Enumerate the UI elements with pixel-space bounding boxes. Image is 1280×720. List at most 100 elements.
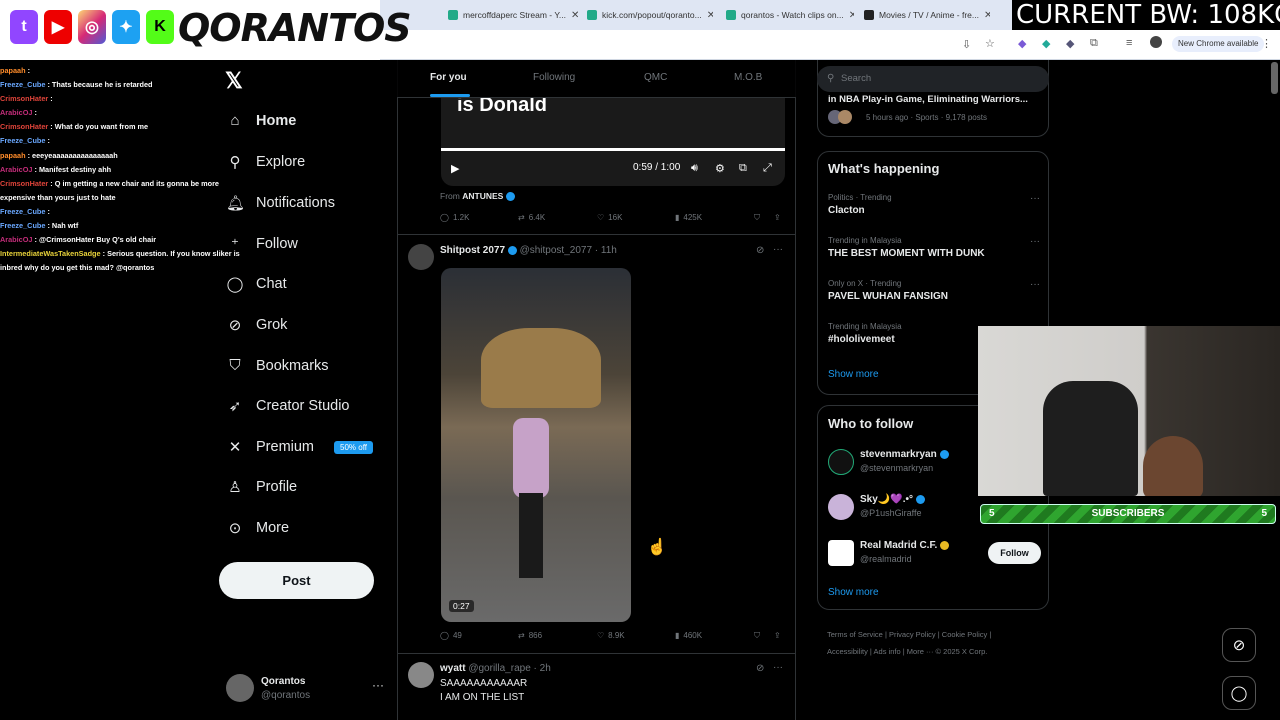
pip-icon[interactable]: ⧉ [739,162,747,175]
search-input[interactable]: ⚲ Search [817,66,1049,92]
extension-icon[interactable]: ◆ [1042,37,1050,50]
video-progress[interactable] [441,148,785,151]
nav-home[interactable]: ⌂ Home [226,112,296,129]
repost-button[interactable]: ⇄ 866 [518,631,542,640]
follow-suggestion[interactable]: Real Madrid C.F. @realmadrid Follow [828,540,1041,572]
video-player[interactable]: is Donald ▶ 0:59 / 1:00 🔊︎ ⚙ ⧉ ⤢ [441,98,785,186]
browser-tab[interactable]: kick.com/popout/qoranto... ✕ [587,5,713,25]
footer-link[interactable]: Accessibility [827,647,868,656]
x-logo-icon[interactable]: 𝕏 [225,68,243,94]
tab-qmc[interactable]: QMC [644,72,667,83]
close-icon[interactable]: ✕ [984,10,990,21]
puzzle-icon[interactable]: ⧉ [1090,37,1098,50]
trend-item[interactable]: Trending in Malaysia THE BEST MOMENT WITH… [828,236,1040,259]
share-icon[interactable]: ⇪ [774,631,781,640]
more-dots-icon[interactable]: ··· [773,662,783,673]
reply-button[interactable]: ◯ 1.2K [440,213,469,222]
nav-more[interactable]: ⊙ More [226,519,289,537]
video-thumbnail[interactable]: 0:27 [441,268,631,622]
chat-username[interactable]: Freeze_Cube [0,207,45,216]
chat-username[interactable]: papaah [0,151,26,160]
browser-tab[interactable]: qorantos - Watch clips on... ✕ [726,5,854,25]
follow-button[interactable]: Follow [988,542,1041,564]
avatar[interactable] [408,244,434,270]
extension-icon[interactable]: ◆ [1018,37,1026,50]
kebab-menu-icon[interactable]: ⋮ [1261,37,1272,50]
star-icon[interactable]: ☆ [985,37,995,50]
chat-username[interactable]: ArabicOJ [0,165,32,174]
more-dots-icon[interactable]: ··· [1030,193,1040,204]
bookmark-icon[interactable]: ⛉ [754,631,760,641]
chat-username[interactable]: ArabicOJ [0,235,32,244]
install-icon[interactable]: ⇩ [962,38,971,51]
close-icon[interactable]: ✕ [571,10,578,21]
scrollbar[interactable] [1271,62,1278,94]
author-name[interactable]: wyatt [440,663,466,674]
messages-floating-button[interactable]: ◯ [1222,676,1256,710]
tab-mob[interactable]: M.O.B [734,72,762,83]
close-icon[interactable]: ✕ [849,10,854,21]
play-icon[interactable]: ▶ [451,162,459,175]
trend-item[interactable]: Only on X · Trending PAVEL WUHAN FANSIGN ·… [828,279,1040,302]
nav-follow[interactable]: ⁺ Follow [226,235,298,253]
chat-username[interactable]: CrimsonHater [0,122,48,131]
share-icon[interactable]: ⇪ [774,213,781,222]
nav-creator-studio[interactable]: ➶ Creator Studio [226,397,350,415]
browser-tab[interactable]: Movies / TV / Anime - fre... ✕ [864,5,990,25]
chat-username[interactable]: Freeze_Cube [0,136,45,145]
footer-link[interactable]: Privacy Policy [889,630,936,639]
nav-explore[interactable]: ⚲ Explore [226,153,306,171]
nav-grok[interactable]: ⊘ Grok [226,316,288,334]
nav-bookmarks[interactable]: ⛉ Bookmarks [226,357,328,374]
account-switcher[interactable]: Qorantos @qorantos ··· [226,672,386,706]
trend-item[interactable]: Politics · Trending Clacton ··· [828,193,1040,216]
extension-icon[interactable]: ◆ [1066,37,1074,50]
browser-tab[interactable]: mercoffdaperc Stream - Y... ✕ [448,5,578,25]
menu-lines-icon[interactable]: ≡ [1126,37,1132,49]
grok-icon[interactable]: ⊘ [756,245,764,256]
more-dots-icon[interactable]: ··· [1030,236,1040,247]
story-title[interactable]: in NBA Play-in Game, Eliminating Warrior… [828,94,1043,105]
nav-profile[interactable]: ♙ Profile [226,478,297,496]
nav-premium[interactable]: ✕ Premium 50% off [226,438,373,456]
bookmark-icon[interactable]: ⛉ [754,213,760,223]
chat-username[interactable]: CrimsonHater [0,94,48,103]
show-more-link[interactable]: Show more [828,369,879,380]
show-more-link[interactable]: Show more [828,587,879,598]
views-button[interactable]: ▮ 425K [675,213,702,222]
chat-username[interactable]: Freeze_Cube [0,221,45,230]
post-button[interactable]: Post [219,562,374,599]
chat-username[interactable]: Freeze_Cube [0,80,45,89]
grok-floating-button[interactable]: ⊘ [1222,628,1256,662]
views-button[interactable]: ▮ 460K [675,631,702,640]
footer-link[interactable]: Ads info [874,647,901,656]
more-dots-icon[interactable]: ··· [372,678,384,692]
close-icon[interactable]: ✕ [707,10,713,21]
reply-button[interactable]: ◯ 49 [440,631,462,640]
nav-chat[interactable]: ◯ Chat [226,275,287,293]
footer-link[interactable]: Terms of Service [827,630,883,639]
volume-icon[interactable]: 🔊︎ [691,162,698,175]
avatar[interactable] [408,662,434,688]
fullscreen-icon[interactable]: ⤢ [763,162,772,175]
footer-link[interactable]: Cookie Policy [942,630,987,639]
chat-username[interactable]: ArabicOJ [0,108,32,117]
nav-notifications[interactable]: 🔔︎ Notifications [226,194,335,212]
more-dots-icon[interactable]: ··· [1030,279,1040,290]
author-name[interactable]: Shitpost 2077 [440,245,505,256]
new-chrome-button[interactable]: New Chrome available [1172,36,1265,52]
chat-username[interactable]: IntermediateWasTakenSadge [0,249,101,258]
like-button[interactable]: ♡ 16K [597,213,622,222]
settings-icon[interactable]: ⚙ [715,162,725,175]
repost-button[interactable]: ⇄ 6.4K [518,213,545,222]
chat-username[interactable]: papaah [0,66,26,75]
more-dots-icon[interactable]: ··· [773,244,783,255]
tab-for-you[interactable]: For you [430,72,467,83]
chat-username[interactable]: CrimsonHater [0,179,48,188]
footer-link[interactable]: More ··· [907,647,934,656]
grok-icon[interactable]: ⊘ [756,663,764,674]
tab-following[interactable]: Following [533,72,575,83]
from-name[interactable]: ANTUNES [462,191,503,201]
profile-avatar-icon[interactable] [1150,36,1162,48]
like-button[interactable]: ♡ 8.9K [597,631,625,640]
